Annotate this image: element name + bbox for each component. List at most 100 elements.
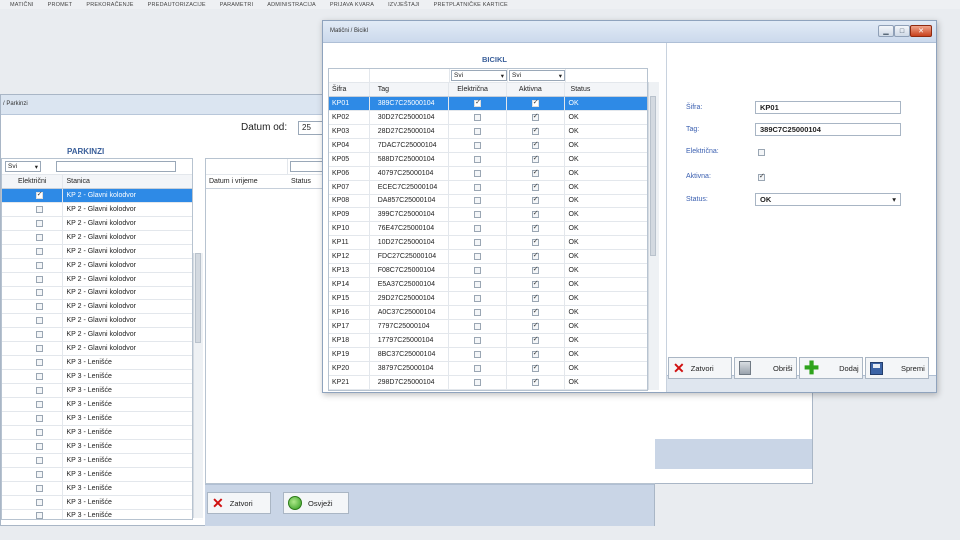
- status-select[interactable]: OK ▾: [755, 193, 901, 206]
- table-row[interactable]: KP 2 - Glavni kolodvor: [2, 216, 192, 231]
- bicikl-zatvori-button[interactable]: ✕ Zatvori: [668, 357, 732, 379]
- menu-item-1[interactable]: PROMET: [48, 2, 73, 8]
- table-row[interactable]: KP1529D27C25000104 OK: [329, 292, 647, 306]
- aktivna-checkbox[interactable]: [531, 349, 539, 358]
- table-row[interactable]: KP 3 - Lenišće: [2, 384, 192, 398]
- table-row[interactable]: KP2038797C25000104 OK: [329, 361, 647, 376]
- elektricni-checkbox[interactable]: [35, 190, 43, 199]
- close-icon[interactable]: ✕: [910, 25, 932, 37]
- bicikl-aktivna-filter[interactable]: Svi ▾: [509, 70, 565, 81]
- table-row[interactable]: KP0328D27C25000104 OK: [329, 124, 647, 139]
- elektricni-checkbox[interactable]: [35, 373, 43, 381]
- aktivna-checkbox[interactable]: [531, 154, 539, 163]
- table-row[interactable]: KP 2 - Glavni kolodvor: [2, 202, 192, 217]
- table-row[interactable]: KP198BC37C25000104 OK: [329, 347, 647, 362]
- elektricni-checkbox[interactable]: [35, 233, 43, 241]
- elektricni-checkbox[interactable]: [35, 359, 43, 367]
- aktivna-checkbox[interactable]: [531, 98, 539, 107]
- col-header-elektricna[interactable]: Električna: [449, 83, 507, 96]
- bicikl-elektricna-filter[interactable]: Svi ▾: [451, 70, 507, 81]
- table-row[interactable]: KP1817797C25000104 OK: [329, 333, 647, 348]
- menu-item-7[interactable]: IZVJEŠTAJI: [388, 2, 420, 8]
- elektricna-checkbox[interactable]: [474, 211, 482, 219]
- elektricna-checkbox[interactable]: [474, 98, 482, 107]
- table-row[interactable]: KP01389C7C25000104 OK: [329, 96, 647, 111]
- table-row[interactable]: KP0230D27C25000104 OK: [329, 110, 647, 125]
- table-row[interactable]: KP 2 - Glavni kolodvor: [2, 244, 192, 259]
- elektricni-checkbox[interactable]: [35, 219, 43, 227]
- col-header-sifra[interactable]: Šifra: [329, 83, 370, 96]
- elektricni-checkbox[interactable]: [35, 387, 43, 395]
- bicikl-dodaj-button[interactable]: ✚ Dodaj: [799, 357, 863, 379]
- minimize-icon[interactable]: ▁: [878, 25, 894, 37]
- aktivna-checkbox[interactable]: [531, 307, 539, 316]
- elektricni-checkbox[interactable]: [35, 303, 43, 311]
- bicikl-scrollbar[interactable]: [648, 82, 659, 390]
- table-row[interactable]: KP 3 - Lenišće: [2, 467, 192, 482]
- aktivna-checkbox[interactable]: [531, 363, 539, 372]
- table-row[interactable]: KP 3 - Lenišće: [2, 425, 192, 440]
- menu-item-6[interactable]: PRIJAVA KVARA: [330, 2, 374, 8]
- table-row[interactable]: KP 2 - Glavni kolodvor: [2, 286, 192, 301]
- menu-item-3[interactable]: PREDAUTORIZACIJE: [148, 2, 206, 8]
- table-row[interactable]: KP13F08C7C25000104 OK: [329, 264, 647, 279]
- maximize-icon[interactable]: □: [894, 25, 910, 37]
- table-row[interactable]: KP 3 - Lenišće: [2, 453, 192, 468]
- tag-input[interactable]: 389C7C25000104: [755, 123, 901, 136]
- elektricna-checkbox[interactable]: [474, 322, 482, 330]
- parkinzi-stanica-filter[interactable]: [56, 161, 177, 172]
- elektricna-checkbox[interactable]: [474, 141, 482, 149]
- table-row[interactable]: KP08DA857C25000104 OK: [329, 194, 647, 209]
- table-row[interactable]: KP 2 - Glavni kolodvor: [2, 258, 192, 273]
- parkinzi-osvjezi-button[interactable]: Osvježi: [283, 492, 349, 514]
- table-row[interactable]: KP 2 - Glavni kolodvor: [2, 342, 192, 357]
- aktivna-checkbox[interactable]: [531, 195, 539, 205]
- parkinzi-elektricni-filter[interactable]: Svi ▾: [5, 161, 41, 172]
- elektricna-checkbox[interactable]: [474, 169, 482, 177]
- elektricna-checkbox[interactable]: [474, 183, 482, 191]
- elektricni-checkbox[interactable]: [35, 428, 43, 436]
- menu-item-8[interactable]: PRETPLATNIČKE KARTICE: [434, 2, 508, 8]
- elektricni-checkbox[interactable]: [35, 470, 43, 478]
- table-row[interactable]: KP12FDC27C25000104 OK: [329, 250, 647, 265]
- menu-item-0[interactable]: MATIČNI: [10, 2, 34, 8]
- col-header-elektricni[interactable]: Električni: [2, 175, 64, 188]
- menu-item-5[interactable]: ADMINISTRACIJA: [267, 2, 316, 8]
- aktivna-checkbox[interactable]: [531, 251, 539, 261]
- table-row[interactable]: KP0640797C25000104 OK: [329, 166, 647, 181]
- table-row[interactable]: KP16A0C37C25000104 OK: [329, 306, 647, 320]
- elektricni-checkbox[interactable]: [35, 317, 43, 325]
- elektricni-checkbox[interactable]: [35, 247, 43, 255]
- table-row[interactable]: KP 3 - Lenišće: [2, 439, 192, 454]
- aktivna-checkbox[interactable]: [531, 209, 539, 219]
- bicikl-spremi-button[interactable]: Spremi: [865, 357, 929, 379]
- table-row[interactable]: KP177797C25000104 OK: [329, 319, 647, 334]
- col-header-datum-vrijeme[interactable]: Datum i vrijeme: [206, 175, 288, 188]
- aktivna-checkbox[interactable]: [531, 223, 539, 233]
- table-row[interactable]: KP 2 - Glavni kolodvor: [2, 300, 192, 315]
- col-header-stanica[interactable]: Stanica: [63, 175, 192, 188]
- col-header-tag[interactable]: Tag: [370, 83, 450, 96]
- bicikl-scroll-thumb[interactable]: [650, 96, 656, 256]
- elektricni-checkbox[interactable]: [35, 512, 43, 519]
- elektricna-checkbox[interactable]: [474, 295, 482, 303]
- parkinzi-scroll-thumb[interactable]: [195, 253, 201, 343]
- elektricna-checkbox[interactable]: [474, 113, 482, 121]
- aktivna-checkbox[interactable]: [531, 335, 539, 344]
- aktivna-checkbox[interactable]: [531, 279, 539, 289]
- table-row[interactable]: KP1076E47C25000104 OK: [329, 222, 647, 237]
- elektricni-checkbox[interactable]: [35, 484, 43, 492]
- table-row[interactable]: KP 2 - Glavni kolodvor: [2, 328, 192, 343]
- table-row[interactable]: KP 3 - Lenišće: [2, 356, 192, 371]
- table-row[interactable]: KP14E5A37C25000104 OK: [329, 278, 647, 293]
- table-row[interactable]: KP 3 - Lenišće: [2, 495, 192, 510]
- elektricna-checkbox[interactable]: [474, 127, 482, 135]
- table-row[interactable]: KP 2 - Glavni kolodvor: [2, 272, 192, 287]
- aktivna-checkbox[interactable]: [531, 140, 539, 149]
- aktivna-checkbox[interactable]: [531, 377, 539, 386]
- elektricni-checkbox[interactable]: [35, 289, 43, 297]
- elektricna-checkbox[interactable]: [474, 364, 482, 372]
- table-row[interactable]: KP 2 - Glavni kolodvor: [2, 230, 192, 245]
- table-row[interactable]: KP1110D27C25000104 OK: [329, 236, 647, 251]
- elektricni-checkbox[interactable]: [35, 400, 43, 408]
